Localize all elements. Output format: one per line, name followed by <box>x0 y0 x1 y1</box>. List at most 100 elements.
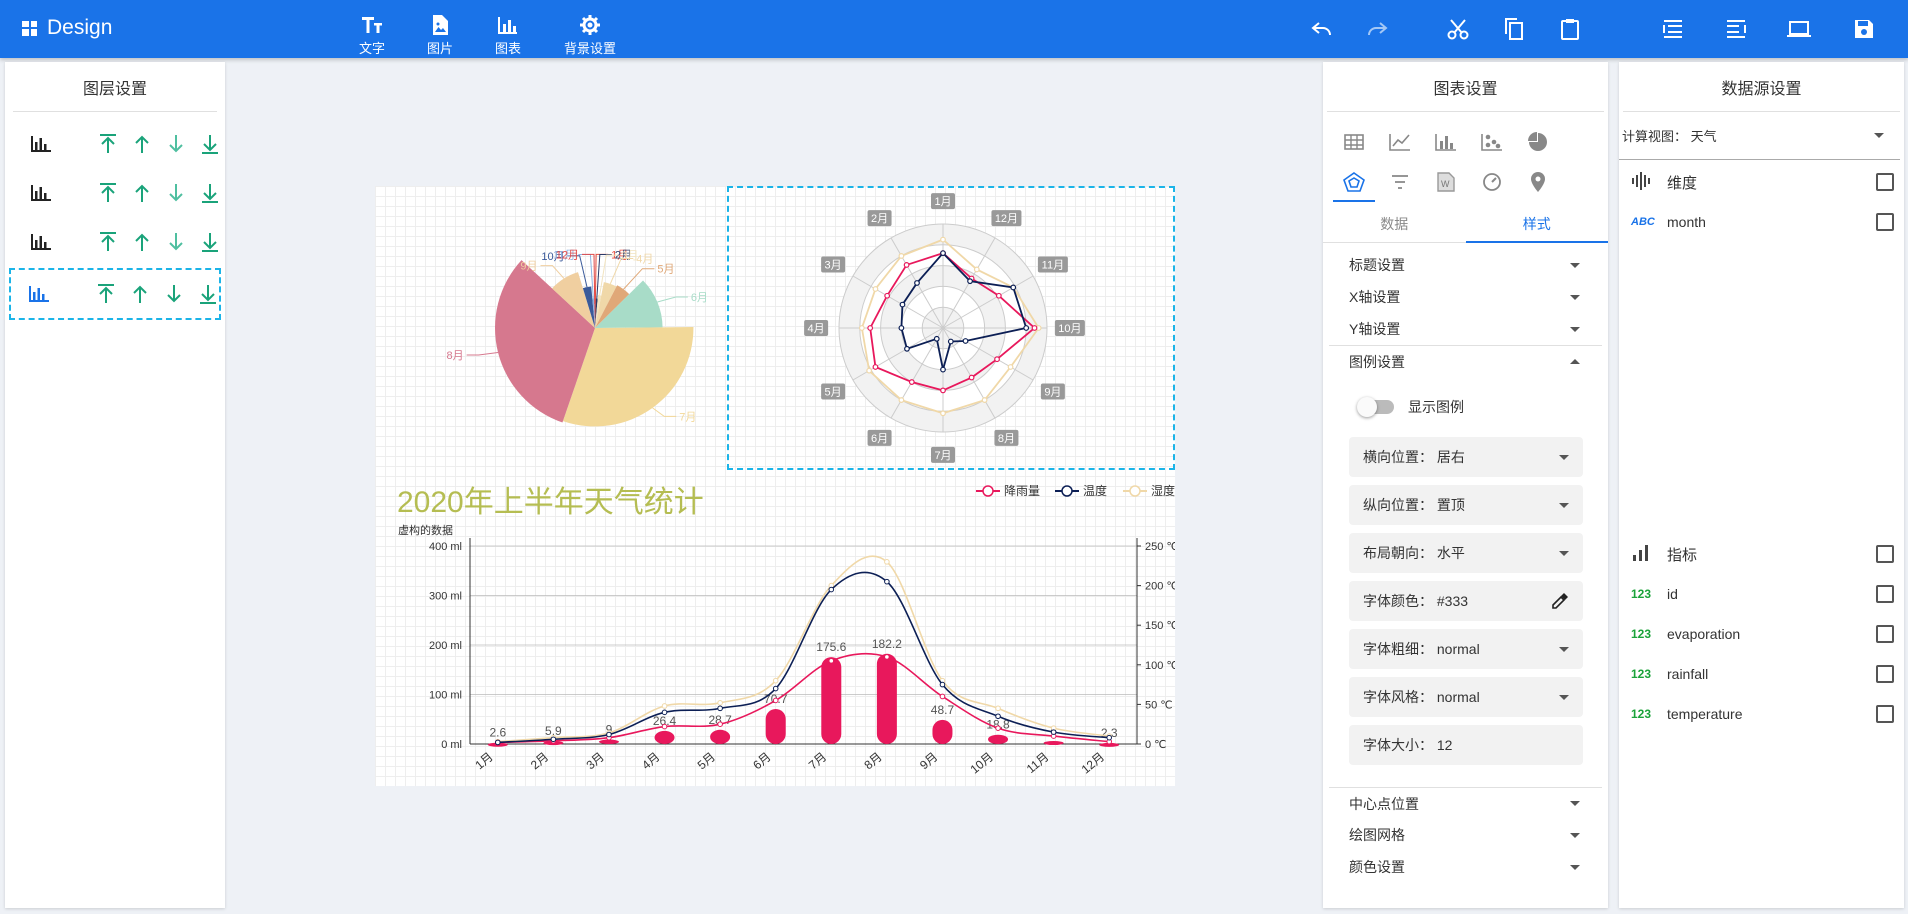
eyedropper-icon[interactable] <box>1551 592 1569 610</box>
field-row-evaporation[interactable]: 123 evaporation <box>1619 614 1904 654</box>
move-to-bottom-icon[interactable] <box>199 182 221 204</box>
metric-checkbox[interactable] <box>1876 545 1894 563</box>
vertical-position-select[interactable]: 纵向位置： 置顶 <box>1349 485 1583 525</box>
move-down-icon[interactable] <box>165 133 187 155</box>
map-pin-icon[interactable] <box>1515 162 1561 202</box>
rainfall-bar[interactable] <box>1043 741 1064 746</box>
move-down-icon[interactable] <box>165 182 187 204</box>
word-cloud-icon[interactable]: W <box>1423 162 1469 202</box>
layout-orient-select[interactable]: 布局朝向： 水平 <box>1349 533 1583 573</box>
field-row-rainfall[interactable]: 123 rainfall <box>1619 654 1904 694</box>
layer-row[interactable] <box>15 169 223 217</box>
design-canvas[interactable]: 1月 2月 3月 4月 5月 6月 7月 8月 9月 10月 11月 12月 1月 12月 11月 10月 9… <box>375 186 1175 786</box>
line-point <box>661 703 668 709</box>
datasource-panel: 数据源设置 计算视图： 天气 维度 ABC month 指标 123 id 12… <box>1619 62 1904 908</box>
line-chart-icon[interactable] <box>1377 122 1423 162</box>
layer-row[interactable] <box>15 120 223 168</box>
rainfall-bar[interactable] <box>821 657 842 744</box>
paste-icon[interactable] <box>1557 16 1583 42</box>
dimension-checkbox[interactable] <box>1876 173 1894 191</box>
image-tool-button[interactable]: 图片 <box>405 14 475 57</box>
section-xaxis-settings[interactable]: X轴设置 <box>1323 281 1608 313</box>
move-up-icon[interactable] <box>131 231 153 253</box>
move-to-top-icon[interactable] <box>97 231 119 253</box>
field-checkbox[interactable] <box>1876 665 1894 683</box>
field-checkbox[interactable] <box>1876 213 1894 231</box>
background-settings-button[interactable]: 背景设置 <box>555 14 625 57</box>
radar-chart[interactable]: 1月 12月 11月 10月 9月 8月 7月 6月 5月 4月 3月 2月 <box>731 188 1171 468</box>
layer-row[interactable] <box>15 218 223 266</box>
move-up-icon[interactable] <box>131 182 153 204</box>
legend-label[interactable]: 降雨量 <box>1004 484 1040 498</box>
y-right-tick-label: 0 ℃ <box>1145 739 1167 751</box>
section-legend-settings[interactable]: 图例设置 <box>1329 345 1602 377</box>
tab-style[interactable]: 样式 <box>1465 206 1609 243</box>
rainfall-bar[interactable] <box>988 734 1009 744</box>
combo-chart[interactable]: 2020年上半年天气统计虚构的数据 降雨量 温度 湿度 0 ml 100 ml 200 ml… <box>375 476 1175 786</box>
field-checkbox[interactable] <box>1876 625 1894 643</box>
field-row-temperature[interactable]: 123 temperature <box>1619 694 1904 734</box>
section-yaxis-settings[interactable]: Y轴设置 <box>1323 313 1608 345</box>
field-checkbox[interactable] <box>1876 705 1894 723</box>
chart-tool-button[interactable]: 图表 <box>473 14 543 57</box>
legend-label[interactable]: 湿度 <box>1151 483 1175 498</box>
undo-icon[interactable] <box>1309 16 1335 42</box>
field-checkbox[interactable] <box>1876 585 1894 603</box>
scatter-chart-icon[interactable] <box>1469 122 1515 162</box>
section-plot-grid[interactable]: 绘图网格 <box>1323 819 1608 851</box>
table-icon[interactable] <box>1331 122 1377 162</box>
pie-chart[interactable]: 1月2月3月4月5月6月7月8月9月10月11月12月 <box>375 186 725 476</box>
move-to-bottom-icon[interactable] <box>199 231 221 253</box>
radar-chart-icon[interactable] <box>1331 162 1377 202</box>
legend-label[interactable]: 温度 <box>1083 483 1107 498</box>
move-down-icon[interactable] <box>165 231 187 253</box>
preview-laptop-icon[interactable] <box>1786 16 1812 42</box>
field-row-month[interactable]: ABC month <box>1619 202 1904 242</box>
move-to-top-icon[interactable] <box>97 133 119 155</box>
align-right-icon[interactable] <box>1723 16 1749 42</box>
line-point <box>661 723 668 730</box>
section-center-position[interactable]: 中心点位置 <box>1329 787 1602 819</box>
move-to-top-icon[interactable] <box>95 283 117 305</box>
font-weight-select[interactable]: 字体粗细： normal <box>1349 629 1583 669</box>
calc-view-select[interactable]: 计算视图： 天气 <box>1619 112 1900 160</box>
app-brand[interactable]: Design <box>22 16 112 40</box>
section-title-settings[interactable]: 标题设置 <box>1323 249 1608 281</box>
series-line[interactable] <box>497 555 1110 743</box>
move-to-bottom-icon[interactable] <box>199 133 221 155</box>
font-style-select[interactable]: 字体风格： normal <box>1349 677 1583 717</box>
bar-chart-icon[interactable] <box>1423 122 1469 162</box>
font-size-input[interactable]: 字体大小： 12 <box>1349 725 1583 765</box>
rainfall-bar[interactable] <box>932 719 953 744</box>
section-label: Y轴设置 <box>1349 321 1401 337</box>
rainfall-bar[interactable] <box>710 729 731 744</box>
line-point <box>717 700 723 706</box>
line-point <box>995 705 1001 712</box>
rainfall-bar[interactable] <box>654 730 675 744</box>
filter-icon[interactable] <box>1377 162 1423 202</box>
font-color-field[interactable]: 字体颜色： #333 <box>1349 581 1583 621</box>
gauge-icon[interactable] <box>1469 162 1515 202</box>
move-to-bottom-icon[interactable] <box>197 283 219 305</box>
save-icon[interactable] <box>1851 16 1877 42</box>
tab-data[interactable]: 数据 <box>1323 206 1466 242</box>
calc-view-label: 计算视图： <box>1622 129 1688 144</box>
align-left-icon[interactable] <box>1660 16 1686 42</box>
redo-icon[interactable] <box>1364 16 1390 42</box>
series-line[interactable] <box>497 652 1110 744</box>
text-tool-button[interactable]: 文字 <box>337 14 407 57</box>
pie-chart-icon[interactable] <box>1515 122 1561 162</box>
move-up-icon[interactable] <box>129 283 151 305</box>
layer-row-selected[interactable] <box>9 268 221 320</box>
horizontal-position-select[interactable]: 横向位置： 居右 <box>1349 437 1583 477</box>
move-to-top-icon[interactable] <box>97 182 119 204</box>
rainfall-bar[interactable] <box>765 709 786 744</box>
field-row-id[interactable]: 123 id <box>1619 574 1904 614</box>
move-down-icon[interactable] <box>163 283 185 305</box>
section-color-settings[interactable]: 颜色设置 <box>1323 851 1608 883</box>
cut-icon[interactable] <box>1445 16 1471 42</box>
rainfall-bar[interactable] <box>876 653 897 744</box>
move-up-icon[interactable] <box>131 133 153 155</box>
show-legend-toggle[interactable] <box>1357 397 1394 417</box>
copy-icon[interactable] <box>1501 16 1527 42</box>
